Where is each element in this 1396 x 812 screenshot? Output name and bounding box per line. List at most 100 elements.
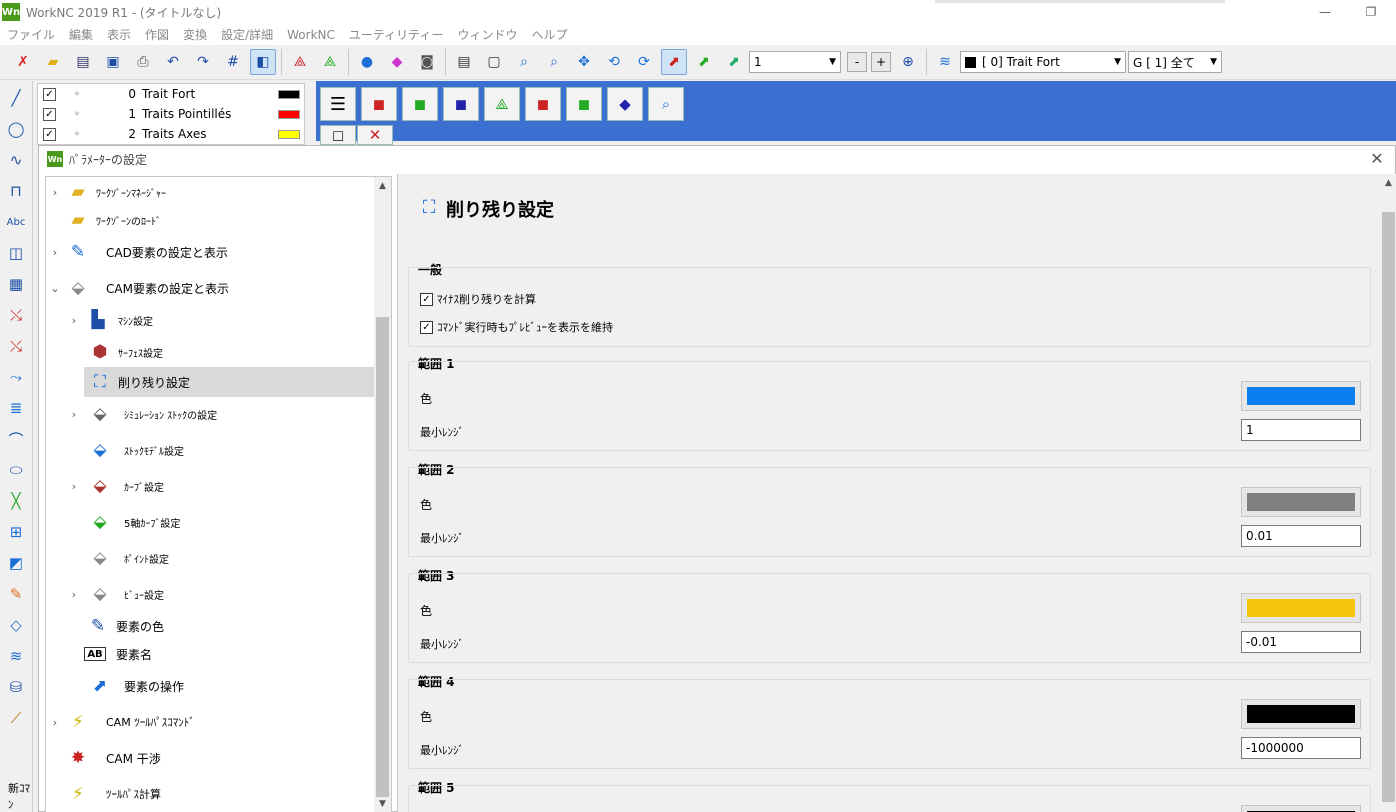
- tree-item-simulation-stock[interactable]: › ⬙ ｼﾐｭﾚｰｼｮﾝ ｽﾄｯｸの設定: [46, 399, 374, 429]
- menu-view[interactable]: 表示: [100, 26, 138, 43]
- sphere-icon[interactable]: ●: [354, 49, 380, 75]
- chevron-right-icon[interactable]: ›: [49, 246, 61, 259]
- view-bottom-cube-icon[interactable]: ◆: [607, 87, 643, 121]
- panel-scrollbar[interactable]: ▲: [1380, 174, 1396, 812]
- layer-row[interactable]: ✓ ◦ 2 Traits Axes: [38, 124, 304, 144]
- rotate-icon[interactable]: ✥: [571, 49, 597, 75]
- cube-color-icon[interactable]: ◆: [384, 49, 410, 75]
- layer-row[interactable]: ✓ ◦ 0 Trait Fort: [38, 84, 304, 104]
- menu-file[interactable]: ファイル: [0, 26, 62, 43]
- minimize-button[interactable]: —: [1302, 0, 1348, 24]
- scroll-down-icon[interactable]: ▼: [374, 795, 391, 812]
- panel-toggle-icon[interactable]: ◧: [250, 49, 276, 75]
- chevron-right-icon[interactable]: ›: [49, 716, 61, 729]
- minus-button[interactable]: -: [847, 52, 867, 72]
- layer-checkbox[interactable]: ✓: [43, 87, 56, 101]
- print-icon[interactable]: ⎙: [130, 49, 156, 75]
- view-left-cube-icon[interactable]: ◼: [525, 87, 561, 121]
- tree-item-view[interactable]: › ⬙ ﾋﾞｭｰ設定: [46, 579, 374, 609]
- chevron-right-icon[interactable]: ›: [49, 186, 61, 199]
- ellipse-icon[interactable]: ⬭: [2, 456, 30, 484]
- menu-settings[interactable]: 設定/詳細: [214, 26, 280, 43]
- chevron-right-icon[interactable]: ›: [68, 480, 80, 493]
- checkbox[interactable]: ✓: [420, 320, 433, 334]
- select-person-icon[interactable]: ⬈: [721, 49, 747, 75]
- view-axes-cube-icon[interactable]: ⟁: [484, 87, 520, 121]
- rotate-z-icon[interactable]: ⟲: [601, 49, 627, 75]
- fillet-icon[interactable]: ⌒: [2, 425, 30, 453]
- min-range-input[interactable]: [1241, 737, 1361, 759]
- axis-xy-icon[interactable]: ⟁: [287, 49, 313, 75]
- view-back-cube-icon[interactable]: ◼: [566, 87, 602, 121]
- graphics-viewport[interactable]: ☰ ◼ ◼ ◼ ⟁ ◼ ◼ ◆ ⌕ ◻ ✕: [316, 81, 1396, 145]
- menu-transform[interactable]: 変換: [176, 26, 214, 43]
- tree-item-element-color[interactable]: ✎ 要素の色: [46, 611, 374, 641]
- patch-icon[interactable]: ◩: [2, 549, 30, 577]
- zoom-select[interactable]: 1 ▼: [749, 51, 841, 73]
- tree-item-element-name[interactable]: AB 要素名: [46, 639, 374, 669]
- tree-item-stock-model[interactable]: ⬙ ｽﾄｯｸﾓﾃﾞﾙ設定: [46, 435, 374, 465]
- tree-item-workzone-manager[interactable]: › ▰ ﾜｰｸｿﾞｰﾝﾏﾈｰｼﾞｬｰ: [46, 177, 374, 207]
- min-range-input[interactable]: [1241, 419, 1361, 441]
- tree-item-point[interactable]: ⬙ ﾎﾟｲﾝﾄ設定: [46, 543, 374, 573]
- scroll-thumb[interactable]: [376, 317, 389, 797]
- color-picker-button[interactable]: [1241, 805, 1361, 812]
- minus-rest-checkbox[interactable]: ✓ ﾏｲﾅｽ削り残りを計算: [420, 291, 536, 307]
- new-icon[interactable]: ✗: [10, 49, 36, 75]
- line-icon[interactable]: ╱: [2, 84, 30, 112]
- view-right-cube-icon[interactable]: ◼: [402, 87, 438, 121]
- dimension-icon[interactable]: ⊓: [2, 177, 30, 205]
- pencil-icon[interactable]: ✎: [2, 580, 30, 608]
- tree-scrollbar[interactable]: ▲ ▼: [374, 177, 391, 812]
- select-cross-icon[interactable]: ⬈: [691, 49, 717, 75]
- layer-color-swatch[interactable]: [278, 89, 300, 99]
- checkbox[interactable]: ✓: [420, 292, 433, 306]
- zoom-icon[interactable]: ⌕: [541, 49, 567, 75]
- chevron-right-icon[interactable]: ›: [68, 314, 80, 327]
- group-select[interactable]: G [ 1] 全て ▼: [1128, 51, 1222, 73]
- tree-item-rest-material[interactable]: ⛶ 削り残り設定: [84, 367, 374, 397]
- window-icon[interactable]: ▢: [481, 49, 507, 75]
- layer-color-swatch[interactable]: [278, 129, 300, 139]
- keep-preview-checkbox[interactable]: ✓ ｺﾏﾝﾄﾞ実行時もﾌﾟﾚﾋﾞｭｰを表示を維持: [420, 319, 613, 335]
- snap-target-icon[interactable]: ⊕: [895, 49, 921, 75]
- min-range-input[interactable]: [1241, 525, 1361, 547]
- save-icon[interactable]: ▣: [100, 49, 126, 75]
- undo-icon[interactable]: ↶: [160, 49, 186, 75]
- view-zoom-icon[interactable]: ⌕: [648, 87, 684, 121]
- spline-icon[interactable]: ∿: [2, 146, 30, 174]
- layers-stack-icon[interactable]: ≋: [2, 642, 30, 670]
- tree-item-five-axis-curve[interactable]: ⬙ 5軸ｶｰﾌﾞ設定: [46, 507, 374, 537]
- tree-item-curve[interactable]: › ⬙ ｶｰﾌﾞ設定: [46, 471, 374, 501]
- ruled-surface-icon[interactable]: ⤳: [2, 363, 30, 391]
- tree-item-element-operation[interactable]: ⬈ 要素の操作: [46, 671, 374, 701]
- camera-icon[interactable]: ◙: [414, 49, 440, 75]
- zoom-fit-icon[interactable]: ⌕: [511, 49, 537, 75]
- redo-icon[interactable]: ↷: [190, 49, 216, 75]
- restore-button[interactable]: ❐: [1348, 0, 1394, 24]
- color-picker-button[interactable]: [1241, 487, 1361, 517]
- tree-item-surface[interactable]: ⬢ ｻｰﾌｪｽ設定: [46, 337, 374, 367]
- view-front-cube-icon[interactable]: ◼: [361, 87, 397, 121]
- min-range-input[interactable]: [1241, 631, 1361, 653]
- scroll-thumb[interactable]: [1382, 212, 1395, 802]
- menu-window[interactable]: ウィンドウ: [450, 26, 524, 43]
- chevron-right-icon[interactable]: ›: [68, 588, 80, 601]
- measure-icon[interactable]: ⟋: [2, 704, 30, 732]
- select-mode-icon[interactable]: ⬈: [661, 49, 687, 75]
- new-command-label[interactable]: 新ｺﾏﾝ: [8, 780, 32, 812]
- open-folder-icon[interactable]: ▰: [40, 49, 66, 75]
- close-icon[interactable]: ✕: [1367, 148, 1387, 168]
- tree-item-collision[interactable]: ✸ CAM 干渉: [46, 743, 374, 773]
- scroll-up-icon[interactable]: ▲: [1380, 174, 1396, 191]
- layer-select[interactable]: [ 0] Trait Fort ▼: [960, 51, 1126, 73]
- surface-hatch-icon[interactable]: ▦: [2, 270, 30, 298]
- text-abc-icon[interactable]: Abc: [2, 208, 30, 236]
- iso-cube-icon[interactable]: ◻: [320, 125, 356, 145]
- project-curve-icon[interactable]: ⤯: [2, 301, 30, 329]
- hamburger-menu-icon[interactable]: ☰: [320, 87, 356, 121]
- layer-color-swatch[interactable]: [278, 109, 300, 119]
- color-picker-button[interactable]: [1241, 381, 1361, 411]
- view-top-cube-icon[interactable]: ◼: [443, 87, 479, 121]
- layer-row[interactable]: ✓ ◦ 1 Traits Pointillés: [38, 104, 304, 124]
